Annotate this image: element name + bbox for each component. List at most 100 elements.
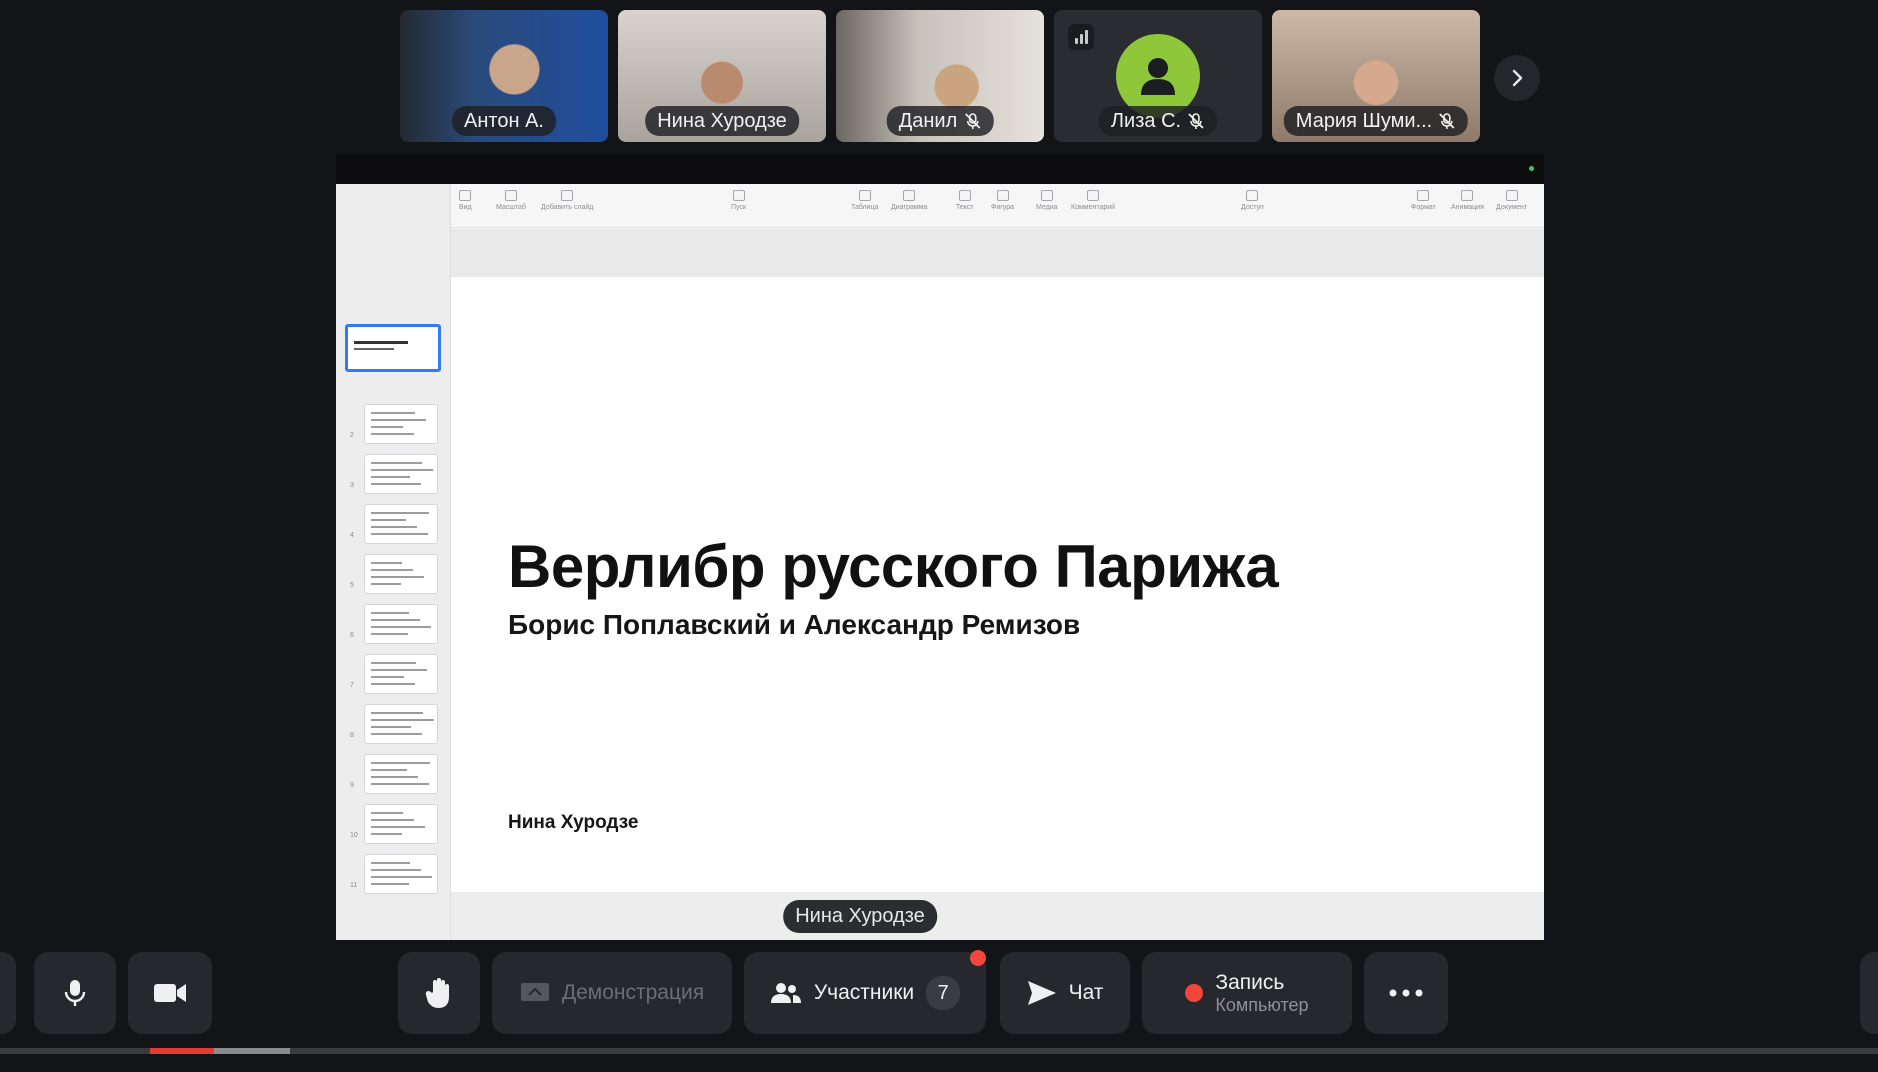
participants-label: Участники: [813, 981, 915, 1004]
thumbnail-text-line: [371, 569, 413, 571]
slide-number: 7: [350, 682, 354, 689]
thumbnail-text-line: [371, 476, 410, 478]
slide-number: 11: [350, 882, 358, 889]
chat-notification-dot: [970, 950, 986, 966]
tool-icon: [1040, 190, 1053, 201]
participant-tile[interactable]: Лиза С.: [1054, 10, 1262, 142]
participant-tile[interactable]: Данил: [836, 10, 1044, 142]
toolbar-tool[interactable]: Вид: [459, 190, 472, 211]
slide-thumbnail[interactable]: [364, 654, 438, 694]
tool-icon: [561, 190, 574, 201]
raise-hand-button[interactable]: [398, 952, 480, 1034]
toolbar-tool[interactable]: Пуск: [731, 190, 746, 211]
thumbnail-text-line: [371, 776, 418, 778]
chevron-right-icon: [1512, 69, 1523, 87]
slide-number: 5: [350, 582, 354, 589]
toolbar-tool[interactable]: Формат: [1411, 190, 1436, 211]
microphone-icon: [64, 980, 86, 1006]
participant-name: Мария Шуми...: [1295, 109, 1433, 132]
slide-thumbnail[interactable]: [364, 754, 438, 794]
toolbar-tool[interactable]: Комментарий: [1071, 190, 1115, 211]
screen-share-button[interactable]: Демонстрация: [492, 952, 732, 1034]
tool-icon: [732, 190, 745, 201]
thumbnail-text-line: [371, 662, 416, 664]
thumbnail-text-line: [371, 812, 403, 814]
tool-icon: [1417, 190, 1430, 201]
thumbnail-text-line: [371, 733, 422, 735]
mic-off-icon: [1188, 113, 1204, 129]
toolbar-tool[interactable]: Добавить слайд: [541, 190, 593, 211]
camera-button[interactable]: [128, 952, 212, 1034]
screen-share-label: Демонстрация: [561, 981, 705, 1004]
tool-icon: [958, 190, 971, 201]
participant-tile[interactable]: Антон А.: [400, 10, 608, 142]
thumbnail-text-line: [371, 876, 432, 878]
thumbnail-text-line: [371, 526, 417, 528]
chat-button[interactable]: Чат: [1000, 952, 1130, 1034]
more-button[interactable]: [1364, 952, 1448, 1034]
thumbnail-text-line: [371, 633, 408, 635]
slide-thumbnail-active[interactable]: [345, 324, 441, 372]
slide-thumbnail[interactable]: [364, 804, 438, 844]
tool-label: Формат: [1411, 204, 1436, 211]
presenter-name-pill: Нина Хуродзе: [783, 900, 937, 933]
thumbnail-text-line: [371, 612, 409, 614]
tool-icon: [504, 190, 517, 201]
slide-thumbnail[interactable]: [364, 554, 438, 594]
shared-screen-topbar: [336, 154, 1544, 184]
toolbar-tool[interactable]: Анимация: [1451, 190, 1484, 211]
right-edge-control[interactable]: [1860, 952, 1878, 1034]
toolbar-tool[interactable]: Текст: [956, 190, 974, 211]
participant-name: Данил: [898, 109, 958, 132]
tool-icon: [459, 190, 472, 201]
video-played-fill: [150, 1048, 214, 1054]
toolbar-tool[interactable]: Документ: [1496, 190, 1527, 211]
slide-number: 9: [350, 782, 354, 789]
tool-label: Вид: [459, 204, 472, 211]
slide-thumbnail[interactable]: [364, 404, 438, 444]
thumbnail-text-line: [371, 769, 407, 771]
participant-name-pill: Нина Хуродзе: [645, 106, 799, 136]
slide-thumbnail[interactable]: [364, 854, 438, 894]
video-progress-bar[interactable]: [0, 1048, 1878, 1054]
slide-number: 10: [350, 832, 358, 839]
participant-tile[interactable]: Нина Хуродзе: [618, 10, 826, 142]
hand-icon: [425, 978, 449, 1008]
participants-button[interactable]: Участники 7: [744, 952, 986, 1034]
record-dot-icon: [1185, 984, 1204, 1002]
record-button[interactable]: Запись Компьютер: [1142, 952, 1352, 1034]
toolbar-tool[interactable]: Таблица: [851, 190, 878, 211]
toolbar-tool[interactable]: Диаграмма: [891, 190, 927, 211]
thumbnail-text-line: [371, 883, 409, 885]
thumbnail-text-line: [371, 562, 402, 564]
tool-icon: [996, 190, 1009, 201]
toolbar-tool[interactable]: Масштаб: [496, 190, 526, 211]
tool-label: Масштаб: [496, 204, 526, 211]
participant-tile[interactable]: Мария Шуми...: [1272, 10, 1480, 142]
left-edge-control[interactable]: [0, 952, 16, 1034]
slide-author: Нина Хуродзе: [508, 812, 639, 833]
thumbnail-text-line: [371, 483, 421, 485]
slide-thumbnail[interactable]: [364, 704, 438, 744]
thumbnail-text-line: [371, 433, 414, 435]
slide-thumbnail[interactable]: [364, 604, 438, 644]
thumbnail-text-line: [371, 826, 425, 828]
tool-label: Диаграмма: [891, 204, 928, 211]
tool-icon: [1087, 190, 1100, 201]
toolbar-tool[interactable]: Медиа: [1036, 190, 1058, 211]
participant-name-pill: Данил: [886, 106, 994, 136]
microphone-button[interactable]: [34, 952, 116, 1034]
participants-strip: Антон А. Нина Хуродзе Данил Лиза С. Мари…: [400, 10, 1480, 142]
slide-thumbnail[interactable]: [364, 504, 438, 544]
participants-icon: [770, 983, 801, 1003]
send-icon: [1027, 981, 1056, 1005]
thumbnail-text-line: [371, 783, 429, 785]
toolbar-tool[interactable]: Доступ: [1241, 190, 1264, 211]
slide-thumbnail[interactable]: [364, 454, 438, 494]
thumbnail-text-line: [371, 712, 423, 714]
participant-name: Лиза С.: [1110, 109, 1182, 132]
toolbar-tool[interactable]: Фигура: [991, 190, 1014, 211]
tool-icon: [1461, 190, 1474, 201]
strip-next-button[interactable]: [1494, 55, 1540, 101]
record-source: Компьютер: [1215, 994, 1309, 1015]
